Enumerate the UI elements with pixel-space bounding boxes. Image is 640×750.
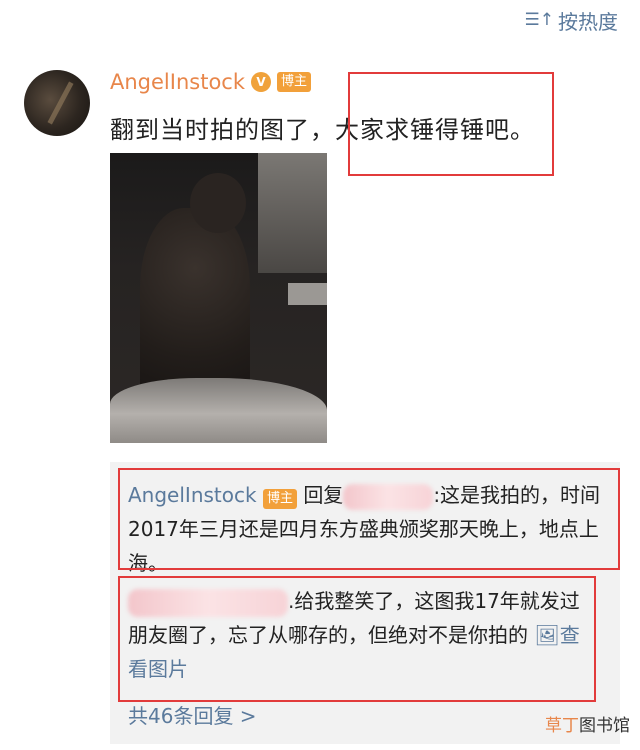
post-text-part: 翻到当时拍的图了， <box>110 116 335 144</box>
watermark: 草丁图书馆 <box>545 711 630 736</box>
post-author[interactable]: AngelInstock V 博主 <box>110 70 312 94</box>
highlight-box <box>348 72 554 176</box>
post-author-name[interactable]: AngelInstock <box>110 70 245 94</box>
post-photo[interactable] <box>110 153 327 443</box>
owner-badge: 博主 <box>277 72 312 92</box>
verified-icon: V <box>251 72 271 92</box>
watermark-part2: 图书馆 <box>579 716 630 736</box>
sort-label: 按热度 <box>558 10 618 34</box>
sort-by-hot-button[interactable]: ☰↑ 按热度 <box>525 6 618 35</box>
highlight-box <box>118 576 596 702</box>
sort-icon: ☰↑ <box>524 10 554 30</box>
watermark-part1: 草丁 <box>545 716 579 736</box>
more-replies-link[interactable]: 共46条回复 > <box>128 700 257 729</box>
highlight-box <box>118 468 620 570</box>
avatar[interactable] <box>24 70 90 136</box>
